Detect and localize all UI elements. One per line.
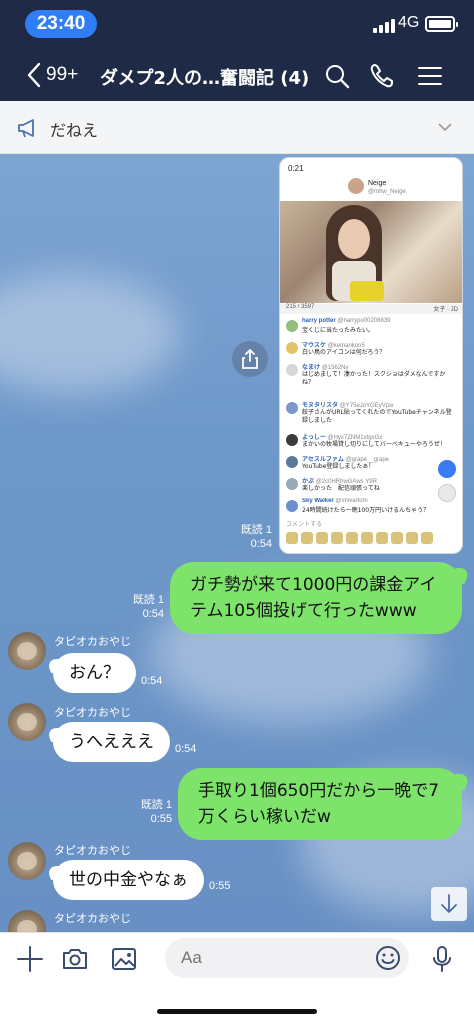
camera-icon[interactable]: [61, 945, 89, 973]
status-bar: 23:40 4G: [0, 8, 474, 40]
image-comment-input: コメントする: [286, 521, 323, 528]
message-time: 0:55: [209, 880, 231, 892]
image-fab-blue: [438, 460, 456, 478]
emoji-icon[interactable]: [374, 944, 402, 972]
message-time: 0:54: [175, 743, 197, 755]
arrow-down-icon: [441, 894, 457, 913]
read-receipt: 既読 1 0:54: [240, 524, 272, 550]
scroll-to-bottom-button[interactable]: [431, 887, 467, 921]
announcement-bar[interactable]: だねえ: [0, 101, 474, 154]
image-cup: [350, 281, 384, 301]
signal-icon: [373, 17, 395, 33]
menu-icon[interactable]: [416, 62, 444, 90]
outgoing-message[interactable]: 手取り1個650円だから一晩で7万くらい稼いだw: [178, 768, 462, 840]
incoming-message[interactable]: おん？: [53, 653, 136, 693]
image-gift-bar: [286, 532, 458, 548]
chat-title: ダメプ2人の…奮闘記 (4): [100, 68, 310, 89]
incoming-message[interactable]: 世の中金やなぁ: [53, 860, 204, 900]
avatar[interactable]: [8, 632, 46, 670]
share-button[interactable]: [232, 341, 268, 377]
image-comment: なまけ @1562Ny はじめまして！凄かった！スクショはダメなんですかね？: [286, 362, 456, 402]
read-receipt: 既読 1 0:55: [140, 799, 172, 825]
sender-name: タピオカおやじ: [54, 706, 131, 719]
message-time: 0:54: [141, 675, 163, 687]
announcement-text: だねえ: [50, 121, 99, 140]
chat-area[interactable]: 0:21 Neige @mhw_Neige 215 / 3597 女子 · JD…: [0, 154, 474, 932]
bg-cloud: [0, 274, 180, 394]
microphone-icon[interactable]: [428, 945, 456, 973]
image-fab-gray: [438, 484, 456, 502]
back-button[interactable]: 99+: [26, 62, 78, 88]
image-comment: モヌタリスタ @Y75eJoYGEyVjze 餃子さんがURL貼ってくれたのでY…: [286, 400, 456, 434]
phone-icon[interactable]: [368, 62, 396, 90]
battery-icon: [425, 16, 458, 32]
avatar[interactable]: [8, 910, 46, 932]
image-profile-name: Neige: [368, 180, 387, 187]
image-icon[interactable]: [110, 945, 138, 973]
sender-name: タピオカおやじ: [54, 912, 131, 925]
back-chevron-icon: [27, 62, 41, 88]
chevron-down-icon[interactable]: [437, 119, 453, 135]
image-viewer-stats: 215 / 3597 女子 · JD: [280, 304, 462, 314]
incoming-message[interactable]: うへえええ: [53, 722, 170, 762]
image-comment: Sky Walker @shivartom 24時間続けたら一晩100万円いける…: [286, 498, 456, 516]
image-profile-avatar: [348, 178, 364, 194]
input-bar: [0, 932, 474, 1024]
search-icon[interactable]: [323, 62, 351, 90]
avatar[interactable]: [8, 703, 46, 741]
avatar[interactable]: [8, 842, 46, 880]
status-time: 23:40: [25, 10, 97, 38]
shared-image[interactable]: 0:21 Neige @mhw_Neige 215 / 3597 女子 · JD…: [279, 157, 463, 554]
sender-name: タピオカおやじ: [54, 844, 131, 857]
image-profile-handle: @mhw_Neige: [368, 189, 406, 195]
megaphone-icon: [18, 119, 34, 138]
plus-icon[interactable]: [16, 945, 44, 973]
chat-header: 23:40 4G 99+ ダメプ2人の…奮闘記 (4): [0, 0, 474, 101]
message-input[interactable]: [165, 938, 409, 978]
image-video-frame: [280, 201, 462, 303]
unread-count: 99+: [46, 64, 79, 85]
home-indicator: [157, 1009, 317, 1014]
network-type: 4G: [398, 14, 420, 31]
sender-name: タピオカおやじ: [54, 635, 131, 648]
image-status-time: 0:21: [288, 164, 304, 173]
outgoing-message[interactable]: ガチ勢が来て1000円の課金アイテム105個投げて行ったwww: [170, 562, 462, 634]
read-receipt: 既読 1 0:54: [132, 594, 164, 620]
share-icon: [242, 349, 258, 369]
nav-bar: 99+ ダメプ2人の…奮闘記 (4): [0, 50, 474, 100]
